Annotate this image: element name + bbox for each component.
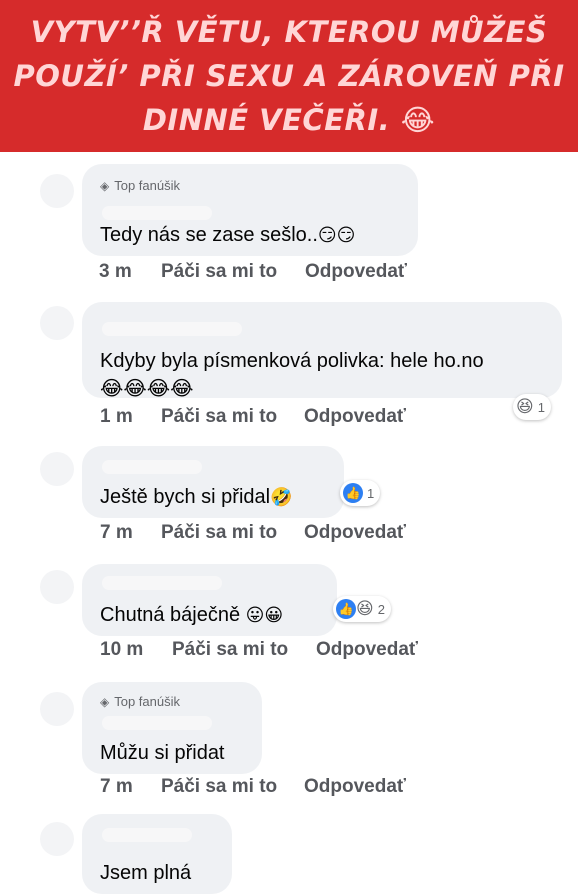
reaction-summary[interactable]: 👍 1: [340, 480, 381, 506]
haha-reaction-icon: 😆: [356, 599, 374, 618]
smirk-emoji-icon: 😏😏: [317, 225, 356, 245]
like-link[interactable]: Páči sa mi to: [161, 776, 277, 798]
timestamp: 1 m: [100, 406, 133, 427]
comment-bubble[interactable]: Kdyby byla písmenková polivka: hele ho.n…: [82, 302, 562, 400]
like-reaction-icon: 👍: [336, 599, 356, 619]
like-reaction-icon: 👍: [343, 483, 363, 503]
comment-bubble[interactable]: Ještě bych si přidal🤣: [82, 446, 344, 518]
like-link[interactable]: Páči sa mi to: [172, 639, 288, 661]
reply-link[interactable]: Odpovedať: [304, 406, 406, 428]
comment-text: Tedy nás se zase sešlo..😏😏: [100, 222, 355, 248]
banner-line-1: VYTV’’Ř VĚTU, KTEROU MŮŽEŠ: [30, 15, 548, 49]
haha-reaction-icon: 😆: [516, 397, 534, 416]
comment-text: Chutná báječně 😛😀: [100, 602, 283, 628]
banner-line-3: DINNÉ VEČEŘI. 😂: [143, 98, 435, 142]
reply-link[interactable]: Odpovedať: [304, 522, 406, 544]
reaction-count: 1: [367, 485, 375, 501]
author-name[interactable]: [102, 828, 192, 842]
avatar[interactable]: [40, 174, 74, 208]
comment-bubble[interactable]: ◈ Top fanúšik Tedy nás se zase sešlo..😏😏: [82, 164, 418, 256]
avatar[interactable]: [40, 306, 74, 340]
banner-line-2: POUŽÍ’ PŘI SEXU A ZÁROVEŇ PŘI: [13, 59, 565, 93]
avatar[interactable]: [40, 692, 74, 726]
reply-link[interactable]: Odpovedať: [304, 776, 406, 798]
banner-line-3-text: DINNÉ VEČEŘI.: [142, 103, 391, 137]
reply-link[interactable]: Odpovedať: [305, 261, 407, 283]
comment-text-body: Chutná báječně: [100, 604, 241, 626]
timestamp: 7 m: [100, 776, 133, 797]
tongue-emoji-icon: 😛😀: [245, 605, 284, 625]
comment-bubble[interactable]: Jsem plná: [82, 814, 232, 894]
comment-bubble[interactable]: ◈ Top fanúšik Můžu si přidat: [82, 682, 262, 774]
author-name[interactable]: [102, 460, 202, 474]
tears-of-joy-emoji-icon: 😂😂😂😂: [100, 378, 194, 400]
badge-label: Top fanúšik: [114, 178, 180, 193]
author-name[interactable]: [102, 322, 242, 336]
avatar[interactable]: [40, 452, 74, 486]
like-link[interactable]: Páči sa mi to: [161, 261, 277, 283]
author-name[interactable]: [102, 206, 212, 220]
author-name[interactable]: [102, 576, 222, 590]
comment-text: Kdyby byla písmenková polivka: hele ho.n…: [100, 350, 484, 372]
comment-text: Jsem plná: [100, 862, 192, 884]
top-fan-badge: ◈ Top fanúšik: [100, 694, 180, 709]
header-banner: VYTV’’Ř VĚTU, KTEROU MŮŽEŠ POUŽÍ’ PŘI SE…: [0, 0, 578, 152]
diamond-icon: ◈: [100, 695, 110, 709]
diamond-icon: ◈: [100, 179, 110, 193]
reaction-count: 2: [377, 601, 385, 617]
badge-label: Top fanúšik: [114, 694, 180, 709]
author-name[interactable]: [102, 716, 212, 730]
timestamp: 7 m: [100, 522, 133, 543]
avatar[interactable]: [40, 822, 74, 856]
comment-text-body: Ještě bych si přidal: [100, 486, 271, 508]
comment-text: Ještě bych si přidal🤣: [100, 484, 293, 510]
laughing-emoji-icon: 😂: [400, 103, 436, 137]
comment-text-body: Tedy nás se zase sešlo..: [100, 224, 318, 246]
reaction-count: 1: [537, 399, 545, 415]
reply-link[interactable]: Odpovedať: [316, 639, 418, 661]
rofl-emoji-icon: 🤣: [270, 487, 293, 507]
comment-text: Můžu si přidat: [100, 742, 225, 764]
top-fan-badge: ◈ Top fanúšik: [100, 178, 180, 193]
like-link[interactable]: Páči sa mi to: [161, 406, 277, 428]
comment-bubble[interactable]: Chutná báječně 😛😀: [82, 564, 337, 636]
avatar[interactable]: [40, 570, 74, 604]
like-link[interactable]: Páči sa mi to: [161, 522, 277, 544]
timestamp: 10 m: [100, 639, 144, 660]
timestamp: 3 m: [99, 261, 132, 282]
reaction-summary[interactable]: 👍 😆 2: [333, 596, 391, 622]
reaction-summary[interactable]: 😆 1: [513, 394, 551, 420]
